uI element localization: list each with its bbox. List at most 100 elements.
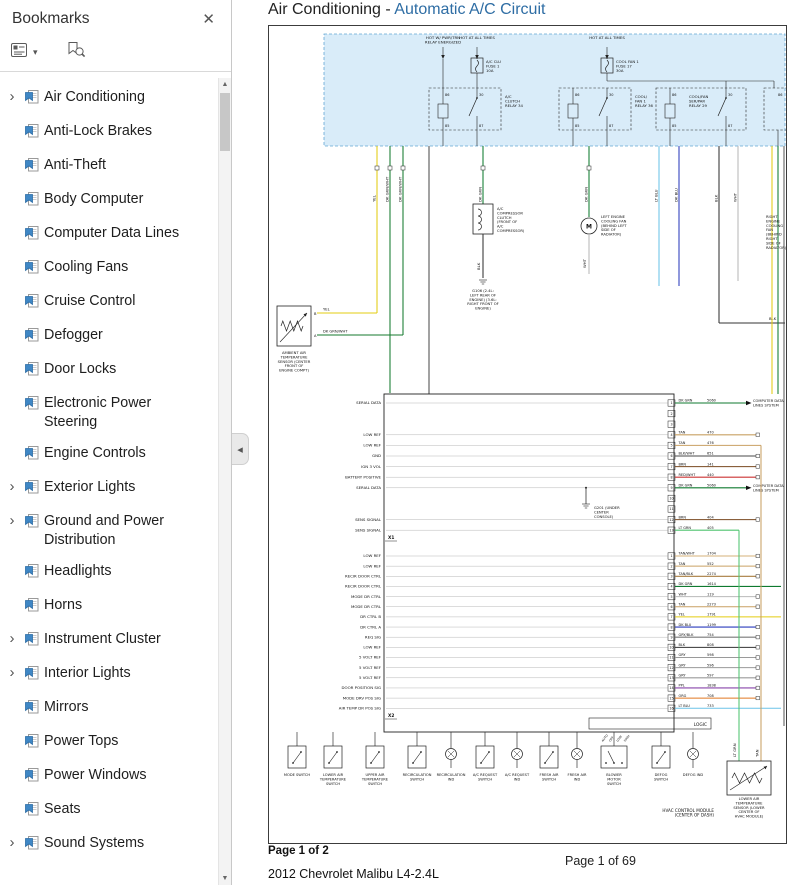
svg-text:16: 16: [669, 706, 673, 710]
svg-text:FRESH AIR: FRESH AIR: [540, 773, 559, 777]
bookmark-item[interactable]: Power Tops: [0, 726, 231, 760]
chevron-right-icon[interactable]: ›: [0, 478, 24, 496]
svg-text:552: 552: [707, 562, 714, 566]
bookmark-item[interactable]: › Air Conditioning: [0, 82, 231, 116]
bookmark-item-label: Engine Controls: [44, 445, 146, 461]
svg-text:87: 87: [728, 124, 732, 128]
scroll-down-button[interactable]: ▼: [219, 872, 231, 885]
document-title: Air Conditioning - Automatic A/C Circuit: [268, 1, 545, 19]
svg-text:1: 1: [670, 554, 672, 558]
bookmark-item[interactable]: Power Windows: [0, 760, 231, 794]
svg-text:RIGHT: RIGHT: [766, 215, 778, 219]
svg-text:BATTERY POSITIVE: BATTERY POSITIVE: [345, 474, 381, 479]
svg-text:SWITCH: SWITCH: [368, 782, 382, 786]
collapse-panel-button[interactable]: ◂: [232, 433, 249, 465]
bookmark-item[interactable]: Defogger: [0, 320, 231, 354]
bookmark-item[interactable]: ›Starting and Charging: [0, 862, 231, 867]
wiring-diagram-frame: HOT W/ PWR/TRN RELAY ENERGIZED HOT AT ALL …: [268, 25, 787, 844]
svg-text:RADIATOR): RADIATOR): [601, 233, 622, 237]
svg-text:FAN: FAN: [766, 228, 773, 232]
bookmark-item[interactable]: › Instrument Cluster: [0, 624, 231, 658]
diagram-page-note: Page 1 of 2: [268, 845, 329, 857]
pdf-viewer-window: Bookmarks ✕ ▾ › Air Conditioning Anti-Lo…: [0, 0, 788, 885]
bookmark-item[interactable]: Cruise Control: [0, 286, 231, 320]
bookmark-item[interactable]: › Ground and Power Distribution: [0, 506, 231, 556]
svg-text:13: 13: [669, 676, 673, 680]
svg-text:A/C REQUEST: A/C REQUEST: [505, 773, 530, 777]
svg-text:AMBIENT AIR: AMBIENT AIR: [282, 351, 306, 355]
svg-text:MODE DR CTRL: MODE DR CTRL: [351, 604, 382, 609]
svg-text:LINES SYSTEM: LINES SYSTEM: [753, 404, 779, 408]
bookmark-item[interactable]: Seats: [0, 794, 231, 828]
chevron-right-icon[interactable]: ›: [0, 664, 24, 682]
svg-text:LEFT REAR OF: LEFT REAR OF: [470, 293, 496, 297]
bookmark-item[interactable]: Electronic Power Steering: [0, 388, 231, 438]
svg-text:SERIAL DATA: SERIAL DATA: [356, 400, 381, 405]
svg-text:5: 5: [670, 595, 672, 599]
find-current-bookmark-button[interactable]: [66, 41, 86, 63]
bookmark-options-button[interactable]: ▾: [10, 42, 38, 63]
bookmark-item-label: Power Windows: [44, 767, 147, 783]
bookmarks-toolbar: ▾: [0, 34, 231, 72]
bookmark-item[interactable]: Headlights: [0, 556, 231, 590]
svg-text:RADIATOR): RADIATOR): [766, 246, 786, 250]
caret-down-icon: ▾: [33, 46, 38, 57]
wiring-diagram-svg: HOT W/ PWR/TRNRELAY ENERGIZEDHOT AT ALL …: [276, 33, 786, 819]
bookmark-item[interactable]: Anti-Lock Brakes: [0, 116, 231, 150]
svg-text:BRN: BRN: [679, 462, 687, 466]
svg-text:TAN: TAN: [755, 749, 760, 758]
svg-text:RECIR DOOR CTRL: RECIR DOOR CTRL: [345, 584, 382, 589]
bookmark-item[interactable]: Cooling Fans: [0, 252, 231, 286]
svg-text:RIGHT: RIGHT: [766, 237, 778, 241]
bookmark-item[interactable]: › Interior Lights: [0, 658, 231, 692]
svg-text:LT GRN: LT GRN: [732, 743, 737, 757]
scroll-thumb[interactable]: [220, 93, 230, 151]
svg-text:IND: IND: [448, 777, 455, 781]
svg-text:PPL: PPL: [679, 684, 685, 688]
svg-text:YEL: YEL: [323, 308, 331, 312]
svg-text:SWITCH: SWITCH: [478, 777, 492, 781]
bookmark-item[interactable]: Body Computer: [0, 184, 231, 218]
bookmark-item[interactable]: Door Locks: [0, 354, 231, 388]
bookmark-item[interactable]: Horns: [0, 590, 231, 624]
svg-text:DK GRN/WHT: DK GRN/WHT: [397, 176, 402, 202]
svg-text:REQ SIG: REQ SIG: [365, 634, 381, 639]
svg-text:TAN: TAN: [678, 602, 686, 606]
chevron-right-icon[interactable]: ›: [0, 630, 24, 648]
close-panel-button[interactable]: ✕: [202, 12, 215, 27]
bookmark-item[interactable]: Anti-Theft: [0, 150, 231, 184]
bookmark-item[interactable]: Engine Controls: [0, 438, 231, 472]
svg-text:RECIRCULATION: RECIRCULATION: [437, 773, 466, 777]
chevron-right-icon[interactable]: ›: [0, 512, 24, 530]
svg-text:COOLING FAN: COOLING FAN: [601, 219, 627, 223]
svg-text:BLK: BLK: [476, 262, 481, 270]
svg-text:2274: 2274: [707, 572, 717, 576]
bookmark-icon: [24, 834, 44, 856]
sidebar-scrollbar[interactable]: ▲ ▼: [218, 78, 231, 885]
bookmark-item[interactable]: › Sound Systems: [0, 828, 231, 862]
scroll-up-button[interactable]: ▲: [219, 78, 231, 91]
document-title-link[interactable]: Automatic A/C Circuit: [394, 1, 545, 18]
svg-text:5: 5: [670, 444, 672, 448]
svg-text:1: 1: [670, 401, 672, 405]
chevron-right-icon[interactable]: ›: [0, 834, 24, 852]
bookmark-item[interactable]: Mirrors: [0, 692, 231, 726]
bookmark-item-label: Headlights: [44, 563, 112, 579]
chevron-right-icon[interactable]: ›: [0, 88, 24, 106]
svg-text:10: 10: [669, 646, 673, 650]
svg-text:7: 7: [670, 615, 672, 619]
svg-text:LOW REF: LOW REF: [363, 553, 381, 558]
svg-text:ORG: ORG: [679, 694, 687, 698]
bookmark-item[interactable]: Computer Data Lines: [0, 218, 231, 252]
svg-text:11: 11: [669, 507, 673, 511]
document-title-dash: -: [380, 1, 395, 18]
svg-text:85: 85: [445, 124, 449, 128]
svg-text:SENS SIGNAL: SENS SIGNAL: [355, 517, 382, 522]
svg-text:TEMPERATURE: TEMPERATURE: [735, 801, 763, 805]
bookmark-icon: [24, 88, 44, 110]
bookmark-item[interactable]: › Exterior Lights: [0, 472, 231, 506]
svg-text:85: 85: [575, 124, 579, 128]
svg-text:LOW: LOW: [615, 735, 622, 743]
svg-text:GRY/BLK: GRY/BLK: [679, 633, 695, 637]
svg-text:RELAY 36: RELAY 36: [635, 103, 653, 108]
